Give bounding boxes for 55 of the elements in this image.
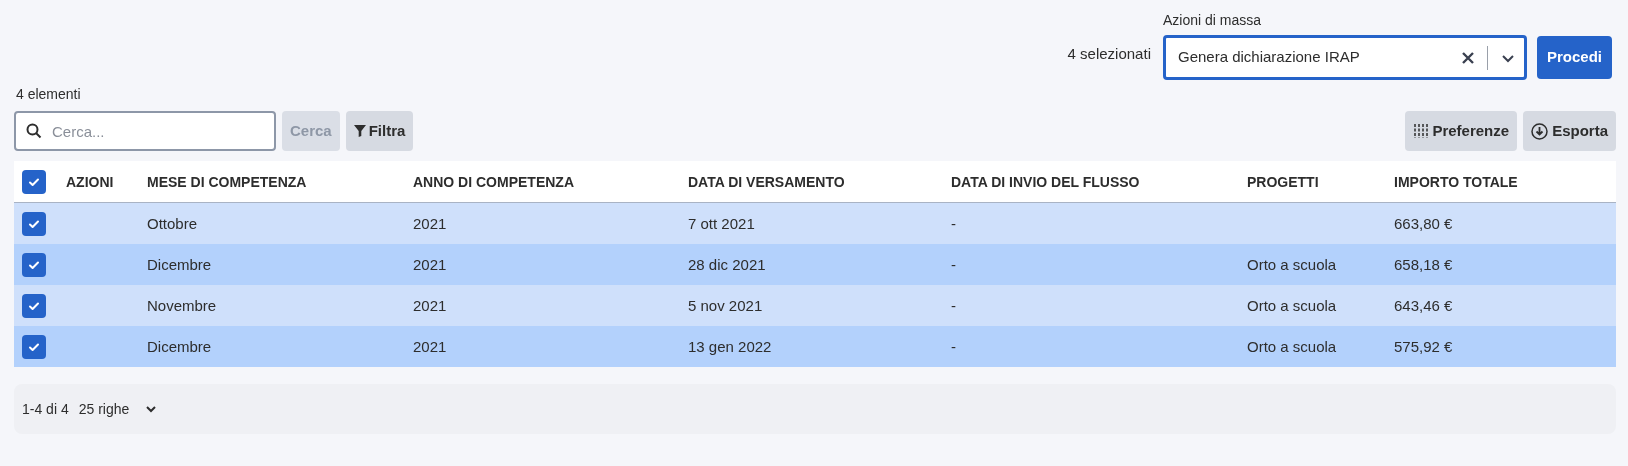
bulk-action-select[interactable]: Genera dichiarazione IRAP: [1162, 35, 1527, 80]
table-cell: Novembre: [147, 296, 217, 314]
proceed-button[interactable]: Procedi: [1536, 36, 1612, 79]
table-cell: 7 ott 2021: [688, 214, 755, 232]
table-cell: 13 gen 2022: [688, 337, 772, 355]
table-cell: Dicembre: [147, 255, 212, 273]
table-cell: 658,18 €: [1394, 255, 1453, 273]
table-cell: 5 nov 2021: [688, 296, 763, 314]
table-cell: -: [951, 255, 956, 273]
checkbox[interactable]: [22, 169, 46, 194]
table-row[interactable]: Dicembre 2021 13 gen 2022 - Orto a scuola 575,92 €: [14, 326, 1616, 367]
column-header: PROGETTI: [1247, 173, 1319, 190]
search-field[interactable]: Cerca...: [14, 111, 276, 151]
checkbox[interactable]: [22, 252, 46, 277]
item-count: 4 elementi: [16, 85, 81, 104]
page-range: 1-4 di 4: [22, 399, 69, 419]
table-cell: 2021: [413, 214, 447, 232]
table-cell: Orto a scuola: [1247, 337, 1337, 355]
table-cell: Ottobre: [147, 214, 198, 232]
export-button[interactable]: Esporta: [1523, 111, 1616, 151]
table-cell: 2021: [413, 255, 447, 273]
table-cell: 643,46 €: [1394, 296, 1453, 314]
checkbox[interactable]: [22, 293, 46, 318]
rows-per-page-select[interactable]: 25 righe: [78, 398, 158, 420]
preferences-button[interactable]: Preferenze: [1405, 111, 1518, 151]
table-cell: 575,92 €: [1394, 337, 1453, 355]
table-cell: Orto a scuola: [1247, 255, 1337, 273]
checkbox[interactable]: [22, 211, 46, 236]
column-header: DATA DI VERSAMENTO: [688, 173, 845, 190]
table-cell: 2021: [413, 296, 447, 314]
column-header: DATA DI INVIO DEL FLUSSO: [951, 173, 1140, 190]
search-icon: [26, 123, 42, 139]
table-cell: -: [951, 296, 956, 314]
clear-icon[interactable]: [1460, 50, 1475, 65]
table-cell: 28 dic 2021: [688, 255, 766, 273]
table-row[interactable]: Novembre 2021 5 nov 2021 - Orto a scuola 643,46 €: [14, 285, 1616, 326]
table-cell: Orto a scuola: [1247, 296, 1337, 314]
column-header: ANNO DI COMPETENZA: [413, 173, 574, 190]
download-icon: [1531, 122, 1549, 140]
table-cell: Dicembre: [147, 337, 212, 355]
table-row[interactable]: Ottobre 2021 7 ott 2021 - 663,80 €: [14, 203, 1616, 244]
field-label: Azioni di massa: [1162, 11, 1262, 30]
filter-icon: [353, 125, 366, 137]
table-row[interactable]: Dicembre 2021 28 dic 2021 - Orto a scuola 658,18 €: [14, 244, 1616, 285]
table-cell: 663,80 €: [1394, 214, 1453, 232]
column-header: AZIONI: [66, 173, 114, 190]
table-cell: -: [951, 214, 956, 232]
selected-count: 4 selezionati: [1067, 43, 1151, 64]
checkbox[interactable]: [22, 334, 46, 359]
column-header: MESE DI COMPETENZA: [147, 173, 307, 190]
filter-button[interactable]: Filtra: [345, 111, 414, 151]
chevron-down-icon: [145, 403, 158, 415]
table-cell: -: [951, 337, 956, 355]
table-cell: 2021: [413, 337, 447, 355]
column-header: IMPORTO TOTALE: [1394, 173, 1518, 190]
